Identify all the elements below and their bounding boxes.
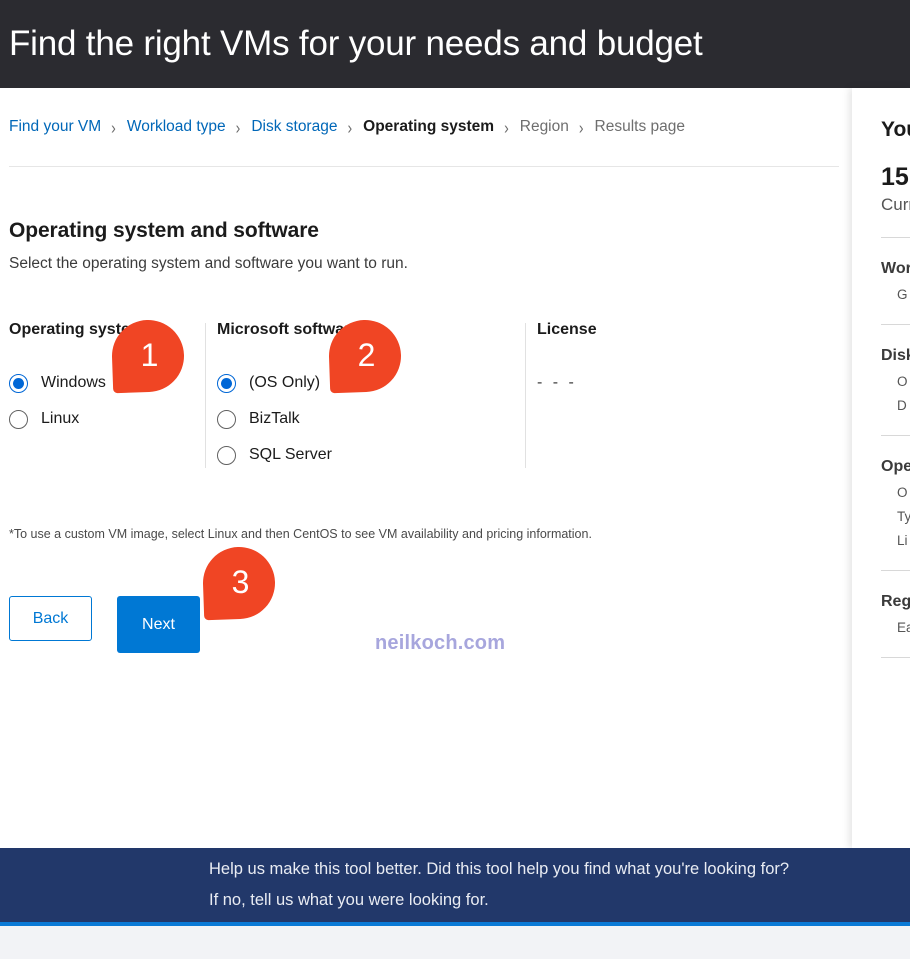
breadcrumb-item-find-your-vm[interactable]: Find your VM (9, 118, 101, 136)
chevron-right-icon: › (111, 117, 116, 137)
summary-section-region: Regi Ea (881, 593, 910, 635)
radio-indicator[interactable] (217, 373, 236, 393)
page-title: Find the right VMs for your needs and bu… (9, 23, 703, 63)
feedback-line-2: If no, tell us what you were looking for… (209, 891, 489, 909)
summary-section-title: Oper (881, 458, 910, 475)
summary-divider (881, 435, 910, 436)
breadcrumb-bar: Find your VM › Workload type › Disk stor… (0, 88, 852, 166)
section-heading: Operating system and software (9, 219, 319, 242)
summary-item: O (897, 485, 908, 500)
radio-indicator[interactable] (217, 445, 236, 465)
summary-item: Ty (897, 509, 910, 524)
radio-label: Windows (41, 374, 106, 391)
breadcrumb-item-results-page[interactable]: Results page (595, 118, 685, 136)
chevron-right-icon: › (347, 117, 353, 137)
summary-vm-count: 15 (881, 163, 909, 191)
breadcrumb-item-operating-system[interactable]: Operating system (363, 118, 494, 136)
summary-item: O (897, 374, 908, 389)
feedback-line-1: Help us make this tool better. Did this … (209, 860, 790, 878)
column-divider (525, 323, 526, 468)
radio-indicator[interactable] (9, 373, 28, 393)
watermark: neilkoch.com (375, 632, 506, 654)
summary-section-title: Work (881, 260, 910, 277)
license-header: License (537, 321, 597, 338)
callout-badge-1: 1 (110, 318, 186, 394)
back-button[interactable]: Back (9, 596, 92, 641)
summary-divider (881, 657, 910, 658)
page-banner: Find the right VMs for your needs and bu… (0, 0, 910, 88)
page-bottom-strip (0, 926, 910, 959)
next-button[interactable]: Next (117, 596, 200, 653)
wizard-navigation: Back Next (9, 596, 200, 653)
callout-badge-2: 2 (327, 318, 403, 394)
breadcrumb-item-disk-storage[interactable]: Disk storage (251, 118, 337, 136)
radio-option-sql-server[interactable]: SQL Server (217, 437, 519, 473)
summary-divider (881, 324, 910, 325)
breadcrumb-item-workload-type[interactable]: Workload type (127, 118, 226, 136)
radio-label: SQL Server (249, 446, 332, 463)
summary-divider (881, 570, 910, 571)
summary-item: Li (897, 533, 908, 548)
chevron-right-icon: › (504, 117, 509, 137)
radio-label: BizTalk (249, 410, 300, 427)
license-value: - - - (537, 374, 577, 391)
summary-item: Ea (897, 620, 910, 635)
radio-label: (OS Only) (249, 374, 321, 391)
radio-option-biztalk[interactable]: BizTalk (217, 401, 519, 437)
summary-section-title: Regi (881, 593, 910, 610)
chevron-right-icon: › (578, 117, 584, 137)
section-subheading: Select the operating system and software… (9, 255, 408, 272)
license-column: License - - - (537, 321, 817, 401)
summary-section-operating-system: Oper O Ty Li (881, 458, 910, 548)
custom-image-footnote: *To use a custom VM image, select Linux … (9, 527, 592, 541)
summary-side-panel: Your 15 Curr Work G Disk O D Oper O Ty L… (852, 88, 910, 848)
breadcrumb-divider (9, 166, 839, 167)
summary-item: D (897, 398, 907, 413)
radio-indicator[interactable] (9, 409, 28, 429)
callout-number: 2 (357, 337, 376, 373)
breadcrumb: Find your VM › Workload type › Disk stor… (9, 117, 685, 137)
chevron-right-icon: › (235, 117, 241, 137)
summary-title: Your (881, 118, 910, 141)
app-page: Find the right VMs for your needs and bu… (0, 0, 910, 959)
callout-number: 1 (140, 337, 159, 373)
radio-option-linux[interactable]: Linux (9, 401, 205, 437)
summary-section-title: Disk (881, 347, 910, 364)
callout-number: 3 (231, 564, 250, 600)
breadcrumb-item-region[interactable]: Region (520, 118, 569, 136)
feedback-footer: Help us make this tool better. Did this … (0, 848, 910, 922)
radio-label: Linux (41, 410, 80, 427)
callout-badge-3: 3 (201, 545, 277, 621)
radio-indicator[interactable] (217, 409, 236, 429)
summary-count-caption: Curr (881, 195, 910, 214)
column-divider (205, 323, 206, 468)
summary-divider (881, 237, 910, 238)
summary-section-workload: Work G (881, 260, 910, 302)
summary-item: G (897, 287, 908, 302)
summary-section-disk: Disk O D (881, 347, 910, 413)
